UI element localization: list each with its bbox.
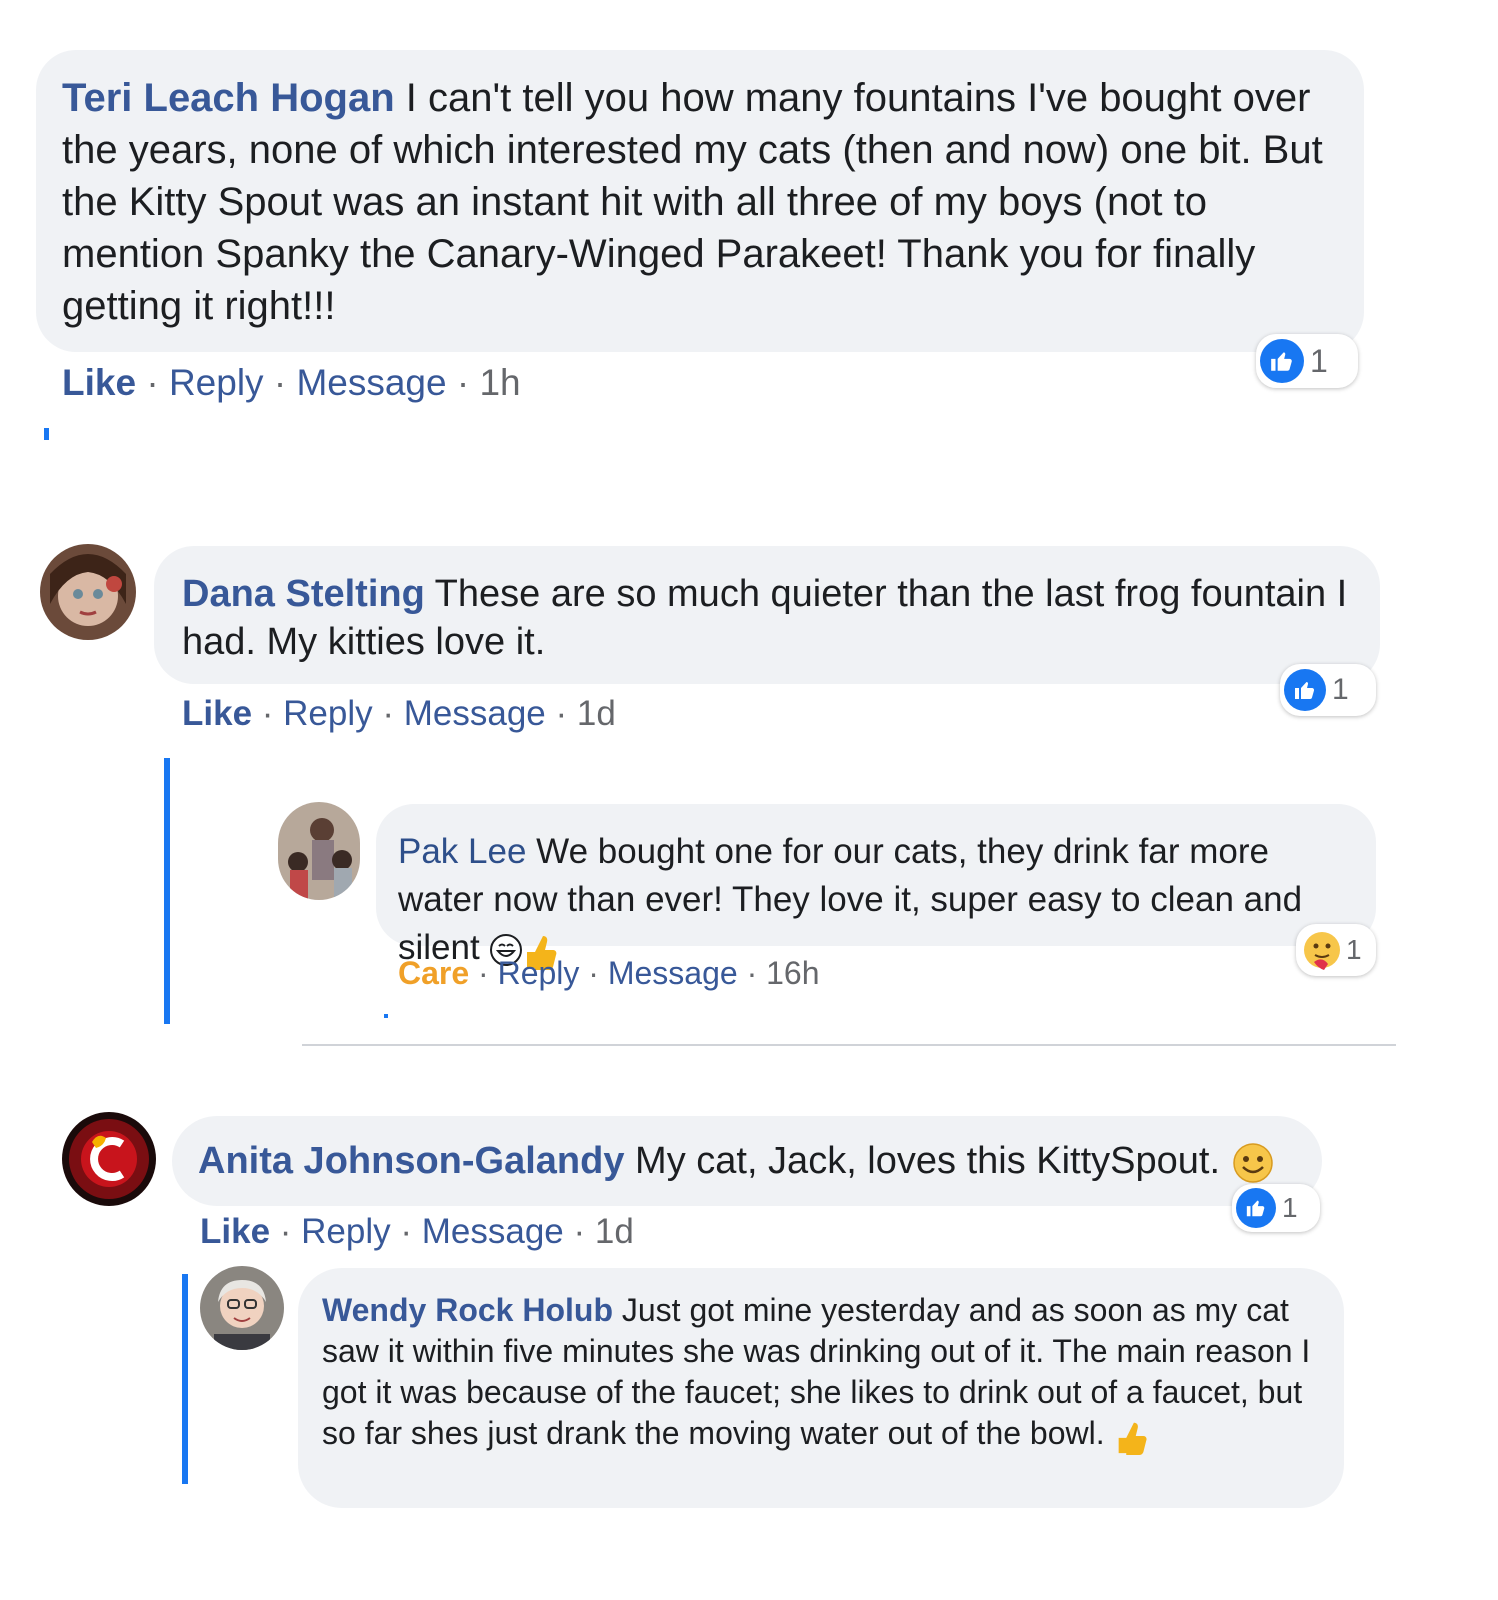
reply-thread-line bbox=[182, 1274, 188, 1484]
reaction-badge[interactable]: 1 bbox=[1296, 924, 1376, 976]
reaction-badge[interactable]: 1 bbox=[1232, 1184, 1320, 1232]
reaction-count: 1 bbox=[1332, 673, 1349, 706]
smiling-face-icon bbox=[1232, 1143, 1273, 1183]
reaction-count: 1 bbox=[1346, 934, 1362, 965]
like-link[interactable]: Like bbox=[200, 1212, 270, 1251]
divider bbox=[302, 1044, 1396, 1046]
reaction-count: 1 bbox=[1310, 342, 1328, 379]
like-link[interactable]: Like bbox=[182, 694, 252, 733]
reaction-badge[interactable]: 1 bbox=[1256, 334, 1358, 388]
thread-marker bbox=[44, 428, 49, 440]
comment-actions: Like · Reply · Message · 1d bbox=[200, 1212, 634, 1251]
timestamp: 16h bbox=[766, 955, 820, 991]
reply-link[interactable]: Reply bbox=[301, 1212, 390, 1251]
comment-bubble: Teri Leach Hogan I can't tell you how ma… bbox=[36, 50, 1364, 352]
message-link[interactable]: Message bbox=[404, 694, 546, 733]
comment-bubble: Wendy Rock Holub Just got mine yesterday… bbox=[298, 1268, 1344, 1508]
avatar[interactable] bbox=[40, 544, 136, 640]
comment-bubble: Dana Stelting These are so much quieter … bbox=[154, 546, 1380, 684]
commenter-name[interactable]: Wendy Rock Holub bbox=[322, 1292, 613, 1328]
reply-thread-line bbox=[164, 758, 170, 1024]
thread-marker bbox=[384, 1014, 388, 1018]
commenter-name[interactable]: Teri Leach Hogan bbox=[62, 76, 395, 120]
commenter-name[interactable]: Anita Johnson-Galandy bbox=[198, 1140, 624, 1182]
reply-link[interactable]: Reply bbox=[169, 362, 264, 403]
reply-link[interactable]: Reply bbox=[283, 694, 372, 733]
comment-actions: Like · Reply · Message · 1h bbox=[62, 362, 521, 403]
message-link[interactable]: Message bbox=[608, 955, 738, 991]
thumbs-up-icon bbox=[1284, 669, 1326, 711]
commenter-name[interactable]: Dana Stelting bbox=[182, 573, 425, 615]
message-link[interactable]: Message bbox=[296, 362, 446, 403]
care-link[interactable]: Care bbox=[398, 955, 469, 991]
care-reaction-icon bbox=[1304, 932, 1340, 970]
thumbs-up-icon bbox=[1260, 339, 1304, 383]
comment-bubble: Anita Johnson-Galandy My cat, Jack, love… bbox=[172, 1116, 1322, 1206]
thumbs-up-hand-icon bbox=[1118, 1422, 1147, 1455]
thumbs-up-icon bbox=[1236, 1188, 1276, 1228]
message-link[interactable]: Message bbox=[422, 1212, 564, 1251]
timestamp: 1d bbox=[594, 1212, 634, 1251]
like-link[interactable]: Like bbox=[62, 362, 136, 403]
reaction-badge[interactable]: 1 bbox=[1280, 664, 1376, 716]
avatar[interactable] bbox=[62, 1112, 156, 1206]
commenter-name[interactable]: Pak Lee bbox=[398, 832, 526, 871]
comment-actions: Like · Reply · Message · 1d bbox=[182, 694, 616, 733]
timestamp: 1d bbox=[576, 694, 616, 733]
avatar[interactable] bbox=[200, 1266, 284, 1350]
comment-actions: Care · Reply · Message · 16h bbox=[398, 955, 820, 991]
reaction-count: 1 bbox=[1282, 1192, 1298, 1223]
timestamp: 1h bbox=[479, 362, 521, 403]
reply-link[interactable]: Reply bbox=[498, 955, 580, 991]
comment-bubble: Pak Lee We bought one for our cats, they… bbox=[376, 804, 1376, 970]
avatar[interactable] bbox=[278, 802, 360, 900]
comment-text: My cat, Jack, loves this KittySpout. bbox=[624, 1140, 1231, 1182]
